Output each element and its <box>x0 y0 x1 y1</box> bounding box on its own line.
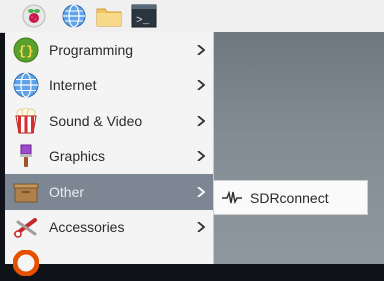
lifebuoy-icon <box>13 249 39 276</box>
submenu-item-sdrconnect[interactable]: SDRconnect <box>222 190 367 206</box>
applications-menu: {} Programming Internet Sound & Video Gr… <box>5 32 214 276</box>
menu-item-graphics[interactable]: Graphics <box>5 139 213 175</box>
menu-item-sound-video[interactable]: Sound & Video <box>5 103 213 139</box>
menu-item-label: Accessories <box>49 219 125 236</box>
taskbar: >_ <box>0 0 384 33</box>
submenu-item-label: SDRconnect <box>250 189 329 206</box>
globe-icon <box>62 4 86 28</box>
terminal-icon: >_ <box>131 4 157 28</box>
scissors-icon <box>14 218 37 238</box>
submenu-other: SDRconnect <box>213 180 368 215</box>
menu-item-accessories[interactable]: Accessories <box>5 210 213 246</box>
raspberry-pi-icon <box>22 4 46 28</box>
svg-text:>_: >_ <box>136 15 150 27</box>
chevron-right-icon <box>197 151 205 162</box>
terminal-button[interactable]: >_ <box>131 4 157 28</box>
box-icon <box>13 183 39 203</box>
menu-item-partial[interactable] <box>5 245 213 281</box>
menu-item-programming[interactable]: {} Programming <box>5 32 213 68</box>
raspberry-pi-menu-button[interactable] <box>22 4 46 28</box>
chevron-right-icon <box>197 186 205 197</box>
globe-icon <box>13 72 39 98</box>
popcorn-icon <box>15 107 37 134</box>
chevron-right-icon <box>197 222 205 233</box>
menu-item-label: Other <box>49 183 85 200</box>
folder-icon <box>96 8 122 27</box>
menu-item-label: Internet <box>49 77 97 94</box>
desktop <box>213 32 384 264</box>
programming-icon: {} <box>13 37 39 63</box>
file-manager-button[interactable] <box>96 4 122 28</box>
svg-text:{}: {} <box>18 44 34 59</box>
chevron-right-icon <box>197 80 205 91</box>
paintbrush-icon <box>20 144 32 168</box>
menu-item-label: Programming <box>49 41 134 58</box>
menu-item-label: Sound & Video <box>49 112 143 129</box>
menu-item-other[interactable]: Other <box>5 174 213 210</box>
waveform-icon <box>222 190 242 204</box>
chevron-right-icon <box>197 115 205 126</box>
browser-button[interactable] <box>62 4 86 28</box>
menu-item-internet[interactable]: Internet <box>5 68 213 104</box>
chevron-right-icon <box>197 44 205 55</box>
menu-item-label: Graphics <box>49 148 106 165</box>
